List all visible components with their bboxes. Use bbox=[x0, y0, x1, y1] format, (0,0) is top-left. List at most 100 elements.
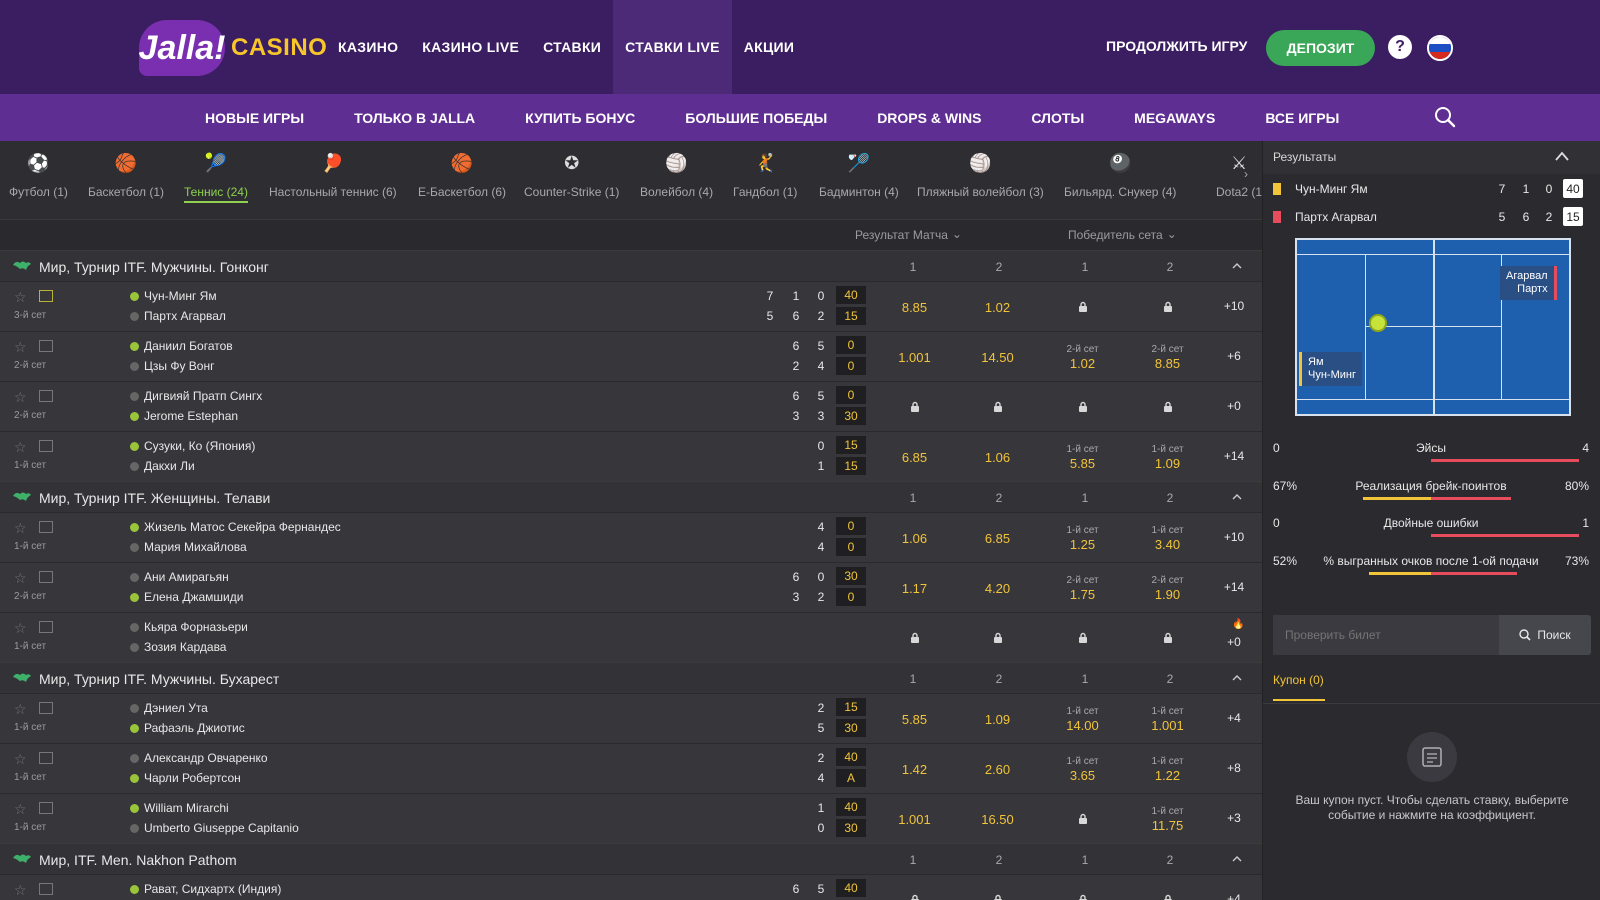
match-info[interactable]: ☆ 2-й сет Дигвияй Пратп Сингх 6 5 0 Jerome Est… bbox=[0, 382, 870, 432]
odd-button[interactable]: 1-й сет 1.001 bbox=[1126, 694, 1209, 744]
more-markets-button[interactable]: +10 bbox=[1214, 299, 1254, 313]
match-info[interactable]: ☆ 2-й сет Даниил Богатов 6 5 0 Цзы Фу Вонг 2 4 0 bbox=[0, 332, 870, 382]
live-tracker-icon[interactable] bbox=[39, 571, 53, 583]
odd-button[interactable]: 1-й сет 5.85 bbox=[1041, 432, 1124, 482]
odd-button[interactable]: 5.85 bbox=[873, 694, 956, 744]
odd-button[interactable]: 1.001 bbox=[873, 794, 956, 844]
tournament-header[interactable]: Мир, Турнир ITF. Мужчины. Гонконг 1 2 1 2 bbox=[0, 250, 1262, 281]
subnav-only-jalla[interactable]: ТОЛЬКО В JALLA bbox=[329, 94, 500, 141]
nav-sports-live[interactable]: СТАВКИ LIVE bbox=[613, 0, 732, 94]
favorite-star-icon[interactable]: ☆ bbox=[14, 390, 28, 404]
live-tracker-icon[interactable] bbox=[39, 290, 53, 302]
odd-button[interactable]: 1.06 bbox=[956, 432, 1039, 482]
favorite-star-icon[interactable]: ☆ bbox=[14, 802, 28, 816]
match-info[interactable]: ☆ 2-й сет Ани Амирагьян 6 0 30 Елена Джамшиди 3… bbox=[0, 563, 870, 613]
odd-button[interactable]: 6.85 bbox=[956, 513, 1039, 563]
match-row[interactable]: ☆ 2-й сет Дигвияй Пратп Сингх 6 5 0 Jerome Est… bbox=[0, 381, 1262, 432]
tournament-header[interactable]: Мир, Турнир ITF. Женщины. Телави 1 2 1 2 bbox=[0, 481, 1262, 512]
live-tracker-icon[interactable] bbox=[39, 390, 53, 402]
odd-button[interactable]: 1.001 bbox=[873, 332, 956, 382]
favorite-star-icon[interactable]: ☆ bbox=[14, 571, 28, 585]
more-markets-button[interactable]: +4 bbox=[1214, 892, 1254, 900]
more-markets-button[interactable]: +8 bbox=[1214, 761, 1254, 775]
subnav-all-games[interactable]: ВСЕ ИГРЫ bbox=[1240, 94, 1364, 141]
odd-button[interactable]: 1-й сет 1.22 bbox=[1126, 744, 1209, 794]
results-header[interactable]: Результаты bbox=[1263, 141, 1600, 174]
russia-flag-icon[interactable] bbox=[1427, 35, 1453, 61]
more-markets-button[interactable]: +0 bbox=[1214, 399, 1254, 413]
chevron-up-icon[interactable] bbox=[1232, 673, 1242, 683]
sport-item[interactable]: ⚔ Dota2 (1 bbox=[1216, 149, 1262, 200]
live-tracker-icon[interactable] bbox=[39, 802, 53, 814]
sport-item[interactable]: 🏐 Волейбол (4) bbox=[640, 149, 713, 200]
nav-casino-live[interactable]: КАЗИНО LIVE bbox=[410, 0, 531, 94]
odd-button[interactable]: 1-й сет 1.09 bbox=[1126, 432, 1209, 482]
live-tracker-icon[interactable] bbox=[39, 702, 53, 714]
odd-button[interactable]: 1-й сет 1.25 bbox=[1041, 513, 1124, 563]
odd-button[interactable]: 6.85 bbox=[873, 432, 956, 482]
match-info[interactable]: ☆ 1-й сет Жизель Матос Секейра Фернандес 4 0… bbox=[0, 513, 870, 563]
favorite-star-icon[interactable]: ☆ bbox=[14, 290, 28, 304]
match-info[interactable]: ☆ 1-й сет Кьяра Форназьери Зозия Кардава bbox=[0, 613, 870, 663]
tournament-header[interactable]: Мир, ITF. Men. Nakhon Pathom 1 2 1 2 bbox=[0, 843, 1262, 874]
match-info[interactable]: ☆ 1-й сет Александр Овчаренко 2 40 Чарли Робе… bbox=[0, 744, 870, 794]
odd-button[interactable]: 1-й сет 3.65 bbox=[1041, 744, 1124, 794]
odd-button[interactable]: 1.17 bbox=[873, 563, 956, 613]
deposit-button[interactable]: ДЕПОЗИТ bbox=[1266, 30, 1375, 66]
subnav-buy-bonus[interactable]: КУПИТЬ БОНУС bbox=[500, 94, 660, 141]
match-info[interactable]: ☆ 1-й сет William Mirarchi 1 40 Umberto Giuse… bbox=[0, 794, 870, 844]
chevron-up-icon[interactable] bbox=[1232, 261, 1242, 271]
subnav-megaways[interactable]: MEGAWAYS bbox=[1109, 94, 1240, 141]
odd-button[interactable]: 1.42 bbox=[873, 744, 956, 794]
favorite-star-icon[interactable]: ☆ bbox=[14, 883, 28, 897]
match-row[interactable]: ☆ 1-й сет Дэниел Ута 2 15 Рафаэль Джиотис 5 30 5… bbox=[0, 693, 1262, 744]
sport-item[interactable]: 🎱 Бильярд. Снукер (4) bbox=[1064, 149, 1176, 200]
match-info[interactable]: ☆ 3-й сет Чун-Минг Ям 7 1 0 40 Партх Агарвал 5 6 2… bbox=[0, 282, 870, 332]
more-markets-button[interactable]: +14 bbox=[1214, 580, 1254, 594]
match-row[interactable]: ☆ 1-й сет Сузуки, Ко (Япония) 0 15 Дакхи Ли 1 1… bbox=[0, 431, 1262, 482]
odd-button[interactable]: 14.50 bbox=[956, 332, 1039, 382]
search-icon[interactable] bbox=[1434, 106, 1456, 128]
odd-button[interactable]: 1.06 bbox=[873, 513, 956, 563]
live-tracker-icon[interactable] bbox=[39, 340, 53, 352]
favorite-star-icon[interactable]: ☆ bbox=[14, 752, 28, 766]
match-info[interactable]: ☆ Рават, Сидхартх (Индия) 6 5 40 bbox=[0, 875, 870, 900]
sport-item[interactable]: 🏐 Пляжный волейбол (3) bbox=[917, 149, 1044, 200]
check-ticket-input[interactable] bbox=[1273, 615, 1499, 655]
live-tracker-icon[interactable] bbox=[39, 521, 53, 533]
favorite-star-icon[interactable]: ☆ bbox=[14, 521, 28, 535]
sport-item[interactable]: 🏸 Бадминтон (4) bbox=[819, 149, 899, 200]
odd-button[interactable]: 8.85 bbox=[873, 282, 956, 332]
more-markets-button[interactable]: +4 bbox=[1214, 711, 1254, 725]
favorite-star-icon[interactable]: ☆ bbox=[14, 702, 28, 716]
odd-button[interactable]: 1-й сет 14.00 bbox=[1041, 694, 1124, 744]
more-markets-button[interactable]: +6 bbox=[1214, 349, 1254, 363]
favorite-star-icon[interactable]: ☆ bbox=[14, 340, 28, 354]
sport-item[interactable]: 🤾 Гандбол (1) bbox=[733, 149, 797, 200]
live-tracker-icon[interactable] bbox=[39, 621, 53, 633]
odd-button[interactable]: 1-й сет 11.75 bbox=[1126, 794, 1209, 844]
match-row[interactable]: ☆ 3-й сет Чун-Минг Ям 7 1 0 40 Партх Агарвал 5 6 2… bbox=[0, 281, 1262, 332]
odd-button[interactable]: 2-й сет 8.85 bbox=[1126, 332, 1209, 382]
match-row[interactable]: ☆ 1-й сет William Mirarchi 1 40 Umberto Giuse… bbox=[0, 793, 1262, 844]
sport-item[interactable]: ✪ Counter-Strike (1) bbox=[524, 149, 619, 200]
tournament-header[interactable]: Мир, Турнир ITF. Мужчины. Бухарест 1 2 1 2 bbox=[0, 662, 1262, 693]
odd-button[interactable]: 1.09 bbox=[956, 694, 1039, 744]
odd-button[interactable]: 2.60 bbox=[956, 744, 1039, 794]
odd-button[interactable]: 2-й сет 1.90 bbox=[1126, 563, 1209, 613]
match-row[interactable]: ☆ 1-й сет Кьяра Форназьери Зозия Кардава 🔥 +0 bbox=[0, 612, 1262, 663]
more-markets-button[interactable]: +0 bbox=[1214, 635, 1254, 649]
sport-item[interactable]: ⚽ Футбол (1) bbox=[9, 149, 68, 200]
odd-button[interactable]: 2-й сет 1.75 bbox=[1041, 563, 1124, 613]
odd-button[interactable]: 2-й сет 1.02 bbox=[1041, 332, 1124, 382]
ticket-search-button[interactable]: Поиск bbox=[1499, 615, 1591, 655]
live-tracker-icon[interactable] bbox=[39, 883, 53, 895]
live-tracker-icon[interactable] bbox=[39, 440, 53, 452]
live-tracker-icon[interactable] bbox=[39, 752, 53, 764]
chevron-right-icon[interactable]: › bbox=[1244, 167, 1248, 181]
subnav-slots[interactable]: СЛОТЫ bbox=[1006, 94, 1109, 141]
odd-button[interactable]: 1.02 bbox=[956, 282, 1039, 332]
logo[interactable]: Jalla! CASINO bbox=[139, 20, 327, 76]
nav-casino[interactable]: КАЗИНО bbox=[326, 0, 410, 94]
odd-button[interactable]: 4.20 bbox=[956, 563, 1039, 613]
